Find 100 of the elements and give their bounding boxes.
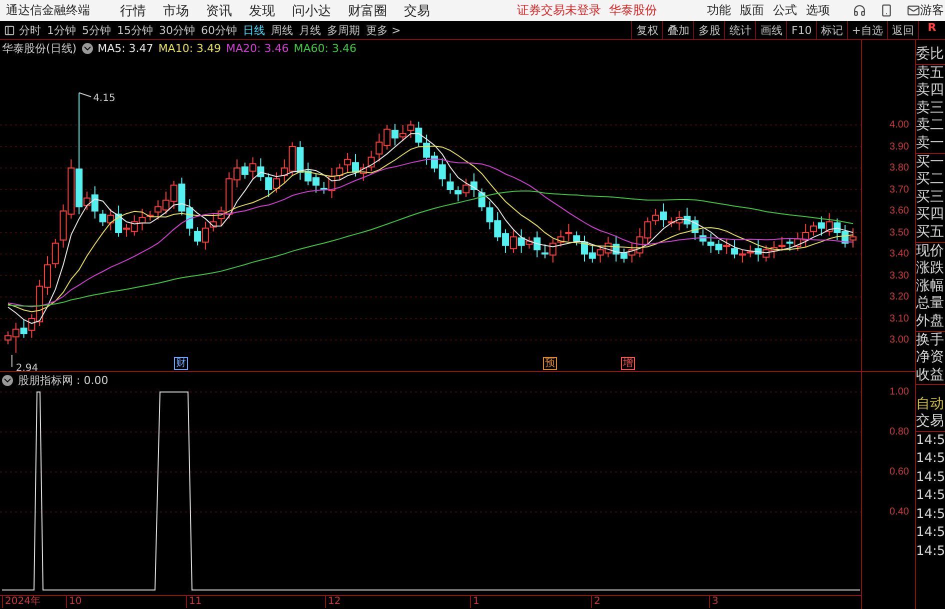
- date-label: 3: [709, 596, 718, 608]
- date-label: 12: [325, 596, 341, 608]
- trade-time: 14:5: [916, 450, 945, 468]
- axis-tick-label: 3.00: [890, 334, 909, 346]
- login-status[interactable]: 证券交易未登录: [517, 2, 601, 20]
- mail-icon[interactable]: [907, 4, 920, 18]
- moving-average-value: MA5: 3.47: [98, 42, 154, 55]
- broker-name[interactable]: 华泰股份: [609, 2, 657, 20]
- low-price-label: 2.94: [16, 362, 38, 371]
- toolbar-button[interactable]: 统计: [724, 21, 756, 39]
- quote-label: 外盘: [916, 312, 945, 330]
- trade-time: 14:5: [916, 542, 945, 561]
- app-name: 通达信金融终端: [6, 2, 90, 20]
- quote-label: 涨幅: [916, 278, 945, 296]
- toolbar-button[interactable]: 标记: [816, 21, 847, 39]
- quote-label: 卖一: [916, 134, 945, 153]
- period-tab[interactable]: 5分钟: [82, 22, 111, 38]
- date-label: 10: [66, 596, 82, 608]
- menu-item[interactable]: 市场: [163, 2, 189, 20]
- axis-tick-label: 3.70: [890, 184, 909, 195]
- headset-icon[interactable]: [853, 4, 866, 18]
- quote-label: 换手: [916, 332, 945, 350]
- period-tab[interactable]: 月线: [299, 22, 321, 38]
- quote-label: 买三: [916, 188, 945, 206]
- menu-item[interactable]: 公式: [773, 2, 797, 20]
- axis-tick-label: 0.60: [890, 466, 909, 478]
- phone-icon[interactable]: [880, 4, 893, 18]
- menu-item[interactable]: 财富圈: [348, 2, 387, 20]
- moving-average-value: MA60: 3.46: [294, 42, 356, 55]
- toolbar-button[interactable]: +自选: [846, 21, 887, 39]
- axis-tick-label: 3.50: [890, 227, 909, 238]
- axis-tick-label: 0.40: [890, 506, 909, 518]
- axis-tick-label: 3.90: [890, 141, 909, 152]
- menu-item[interactable]: 问小达: [292, 2, 331, 20]
- period-tab[interactable]: 分时: [19, 22, 41, 38]
- dropdown-icon[interactable]: [2, 375, 13, 386]
- axis-tick-label: 3.20: [890, 292, 909, 302]
- quote-label: 卖四: [916, 82, 945, 100]
- menu-item[interactable]: 交易: [404, 2, 430, 20]
- toolbar-button[interactable]: 多股: [693, 21, 724, 39]
- event-marker[interactable]: 增: [621, 357, 635, 370]
- chart-title: 华泰股份(日线): [2, 41, 77, 56]
- indicator-title: 股朋指标网 : 0.00: [18, 373, 108, 388]
- quote-label: 买二: [916, 171, 945, 189]
- date-label: 2024年: [2, 596, 40, 608]
- user-name[interactable]: 游客: [920, 2, 944, 20]
- trade-time: 14:5: [916, 468, 945, 487]
- high-price-label: 4.15: [93, 92, 116, 104]
- date-label: 11: [186, 596, 202, 608]
- quote-label: 涨跌: [916, 260, 945, 278]
- toolbar-button[interactable]: 返回: [887, 21, 918, 39]
- event-marker[interactable]: 预: [543, 357, 557, 370]
- period-tab[interactable]: 1分钟: [47, 22, 76, 38]
- quote-label: 卖五: [916, 64, 945, 82]
- period-tab[interactable]: 多周期: [327, 22, 360, 38]
- menu-item[interactable]: 资讯: [206, 2, 232, 20]
- trade-time: 14:5: [916, 506, 945, 524]
- trade-time: 14:5: [916, 487, 945, 506]
- axis-tick-label: 1.00: [890, 386, 909, 398]
- period-tab[interactable]: 30分钟: [159, 22, 195, 38]
- quote-label: 卖二: [916, 117, 945, 135]
- axis-tick-label: 3.40: [890, 248, 909, 260]
- toolbar-button[interactable]: F10: [786, 21, 816, 39]
- toolbar-button[interactable]: 复权: [631, 21, 662, 39]
- quote-label: 收益: [916, 366, 945, 384]
- menu-item[interactable]: 选项: [806, 2, 830, 20]
- axis-tick-label: 4.00: [890, 120, 909, 130]
- menu-item[interactable]: 发现: [249, 2, 275, 20]
- axis-tick-label: 3.10: [890, 313, 909, 324]
- trade-time: 14:5: [916, 432, 945, 450]
- date-label: 1: [470, 596, 480, 608]
- axis-tick-label: 0.80: [890, 426, 909, 438]
- menu-item[interactable]: 版面: [740, 2, 764, 20]
- menu-item[interactable]: 行情: [120, 2, 146, 20]
- axis-tick-label: 3.30: [890, 270, 909, 281]
- event-marker[interactable]: 财: [174, 357, 188, 370]
- quote-label: 净资: [916, 349, 945, 367]
- quote-label: 买四: [916, 206, 945, 224]
- period-tab[interactable]: 更多 >: [366, 22, 401, 38]
- quote-label: 总量: [916, 295, 945, 313]
- mode-label[interactable]: 自动: [916, 395, 945, 414]
- period-tab[interactable]: 60分钟: [201, 22, 237, 38]
- period-tab[interactable]: 周线: [271, 22, 293, 38]
- toolbar-button[interactable]: 叠加: [662, 21, 694, 39]
- period-tab[interactable]: 日线: [243, 22, 265, 38]
- moving-average-value: MA10: 3.49: [158, 42, 222, 55]
- moving-average-value: MA20: 3.46: [226, 42, 289, 55]
- menu-item[interactable]: 功能: [707, 2, 731, 20]
- quote-label: 买五: [916, 224, 945, 242]
- period-tab[interactable]: 15分钟: [117, 22, 153, 38]
- trade-header: 交易: [916, 413, 945, 431]
- toolbar-button[interactable]: 画线: [755, 21, 786, 39]
- axis-tick-label: 3.80: [890, 162, 909, 174]
- quote-label: 现价: [916, 242, 945, 260]
- dropdown-icon[interactable]: [82, 43, 93, 54]
- quote-label: 卖三: [916, 100, 945, 118]
- badge: R: [918, 21, 945, 39]
- panel-toggle-icon[interactable]: [4, 24, 15, 36]
- date-label: 2: [591, 596, 600, 608]
- axis-tick-label: 3.60: [890, 206, 909, 216]
